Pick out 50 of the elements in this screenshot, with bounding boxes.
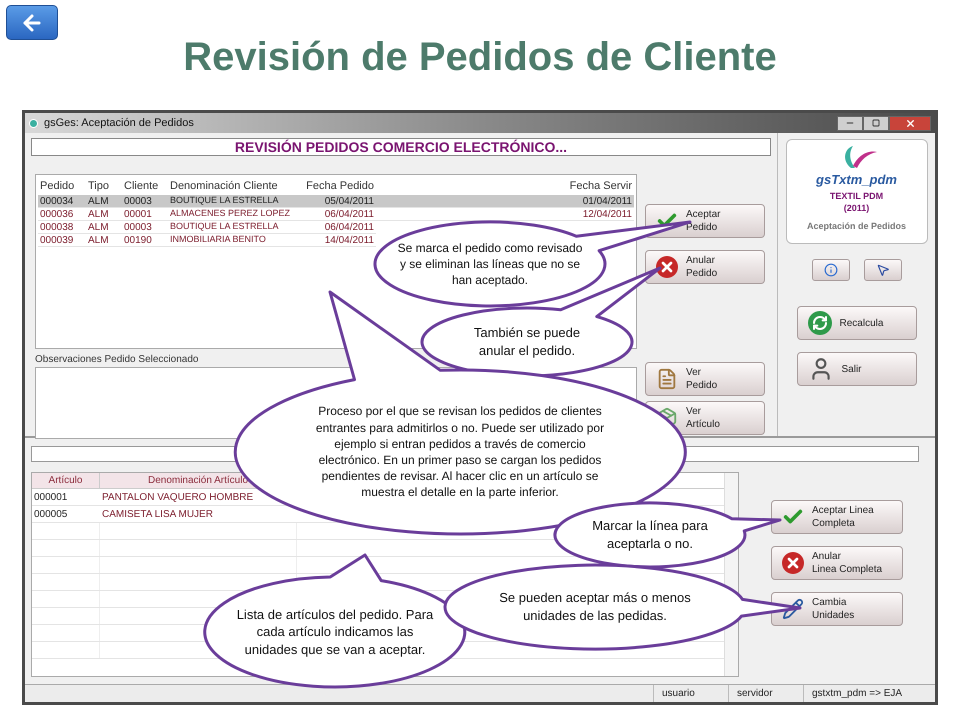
column-header: Fecha Servir <box>568 178 633 194</box>
column-header: Cliente <box>123 178 160 194</box>
table-cell-text: 06/04/2011 <box>324 220 375 234</box>
table-cell-text: 00003 <box>123 220 153 234</box>
table-cell-text: 000038 <box>39 220 74 234</box>
header-banner: REVISIÓN PEDIDOS COMERCIO ELECTRÓNICO... <box>31 138 771 156</box>
callout-text: Se pueden aceptar más o menos unidades de las pedidas. <box>498 589 692 625</box>
callout-text: También se puede anular el pedido. <box>472 324 582 360</box>
table-cell-text: 000034 <box>39 194 74 208</box>
status-text: usuario <box>653 685 728 702</box>
table-cell-text: INMOBILIARIA BENITO <box>169 233 267 246</box>
logo-name: gsTxtm_pdm <box>816 171 897 189</box>
table-cell-text: CAMISETA LISA MUJER <box>101 508 214 522</box>
table-cell-text: BOUTIQUE LA ESTRELLA <box>169 194 280 208</box>
table-cell-text: 000039 <box>39 234 74 248</box>
callout-text: Proceso por el que se revisan los pedidos de clientes entrantes para admitirlos o no. Puede ser utilizado por ejemplo si entran pedidos a través de comercio electrónico. En un primer paso se cargan los pedidos pendientes de revisar. Al hacer clic en un artículo se muestra el detalle en la parte inferior. <box>314 403 606 501</box>
logo-caption: Aceptación de Pedidos <box>806 220 906 233</box>
company-year: (2011) <box>844 202 870 214</box>
table-cell-text: 14/04/2011 <box>324 234 375 248</box>
table-cell-text: 12/04/2011 <box>582 208 633 222</box>
column-header: Tipo <box>87 178 110 194</box>
table-cell-text: 000005 <box>33 508 68 522</box>
table-cell-text: 00003 <box>123 194 153 208</box>
observations-label: Observaciones Pedido Seleccionado <box>35 353 200 367</box>
table-cell-text: ALM <box>87 220 110 234</box>
table-cell-text: 00001 <box>123 208 153 222</box>
status-text: gstxtm_pdm => EJA <box>803 685 923 702</box>
table-cell-text: 01/04/2011 <box>582 194 633 208</box>
table-cell-text: ALM <box>87 194 110 208</box>
window-title: gsGes: Aceptación de Pedidos <box>44 116 194 131</box>
column-header: Fecha Pedido <box>305 178 375 194</box>
company-name: TEXTIL PDM <box>830 190 884 202</box>
status-text: servidor <box>728 685 803 702</box>
table-cell-text: ALM <box>87 234 110 248</box>
table-cell-text: 05/04/2011 <box>324 194 375 208</box>
table-cell-text: 00190 <box>123 234 153 248</box>
column-header: Denominación Cliente <box>169 178 279 194</box>
callout-text: Lista de artículos del pedido. Para cada artículo indicamos las unidades que se van a aceptar. <box>236 606 434 658</box>
table-cell-text: 000001 <box>33 490 68 504</box>
callout-text: Marcar la línea para aceptarla o no. <box>591 517 709 553</box>
table-cell-text: 000036 <box>39 208 74 222</box>
table-cell-text: ALMACENES PEREZ LOPEZ <box>169 207 292 220</box>
table-cell-text: BOUTIQUE LA ESTRELLA <box>169 220 280 234</box>
column-header: Pedido <box>39 178 76 194</box>
column-header: Artículo <box>32 473 100 488</box>
table-cell-text: PANTALON VAQUERO HOMBRE <box>101 490 254 504</box>
table-cell-text: 06/04/2011 <box>324 208 375 222</box>
table-cell-text: ALM <box>87 208 110 222</box>
callout-text: Se marca el pedido como revisado y se eliminan las líneas que no se han aceptado. <box>396 240 584 288</box>
slide-title: Revisión de Pedidos de Cliente <box>182 34 778 80</box>
